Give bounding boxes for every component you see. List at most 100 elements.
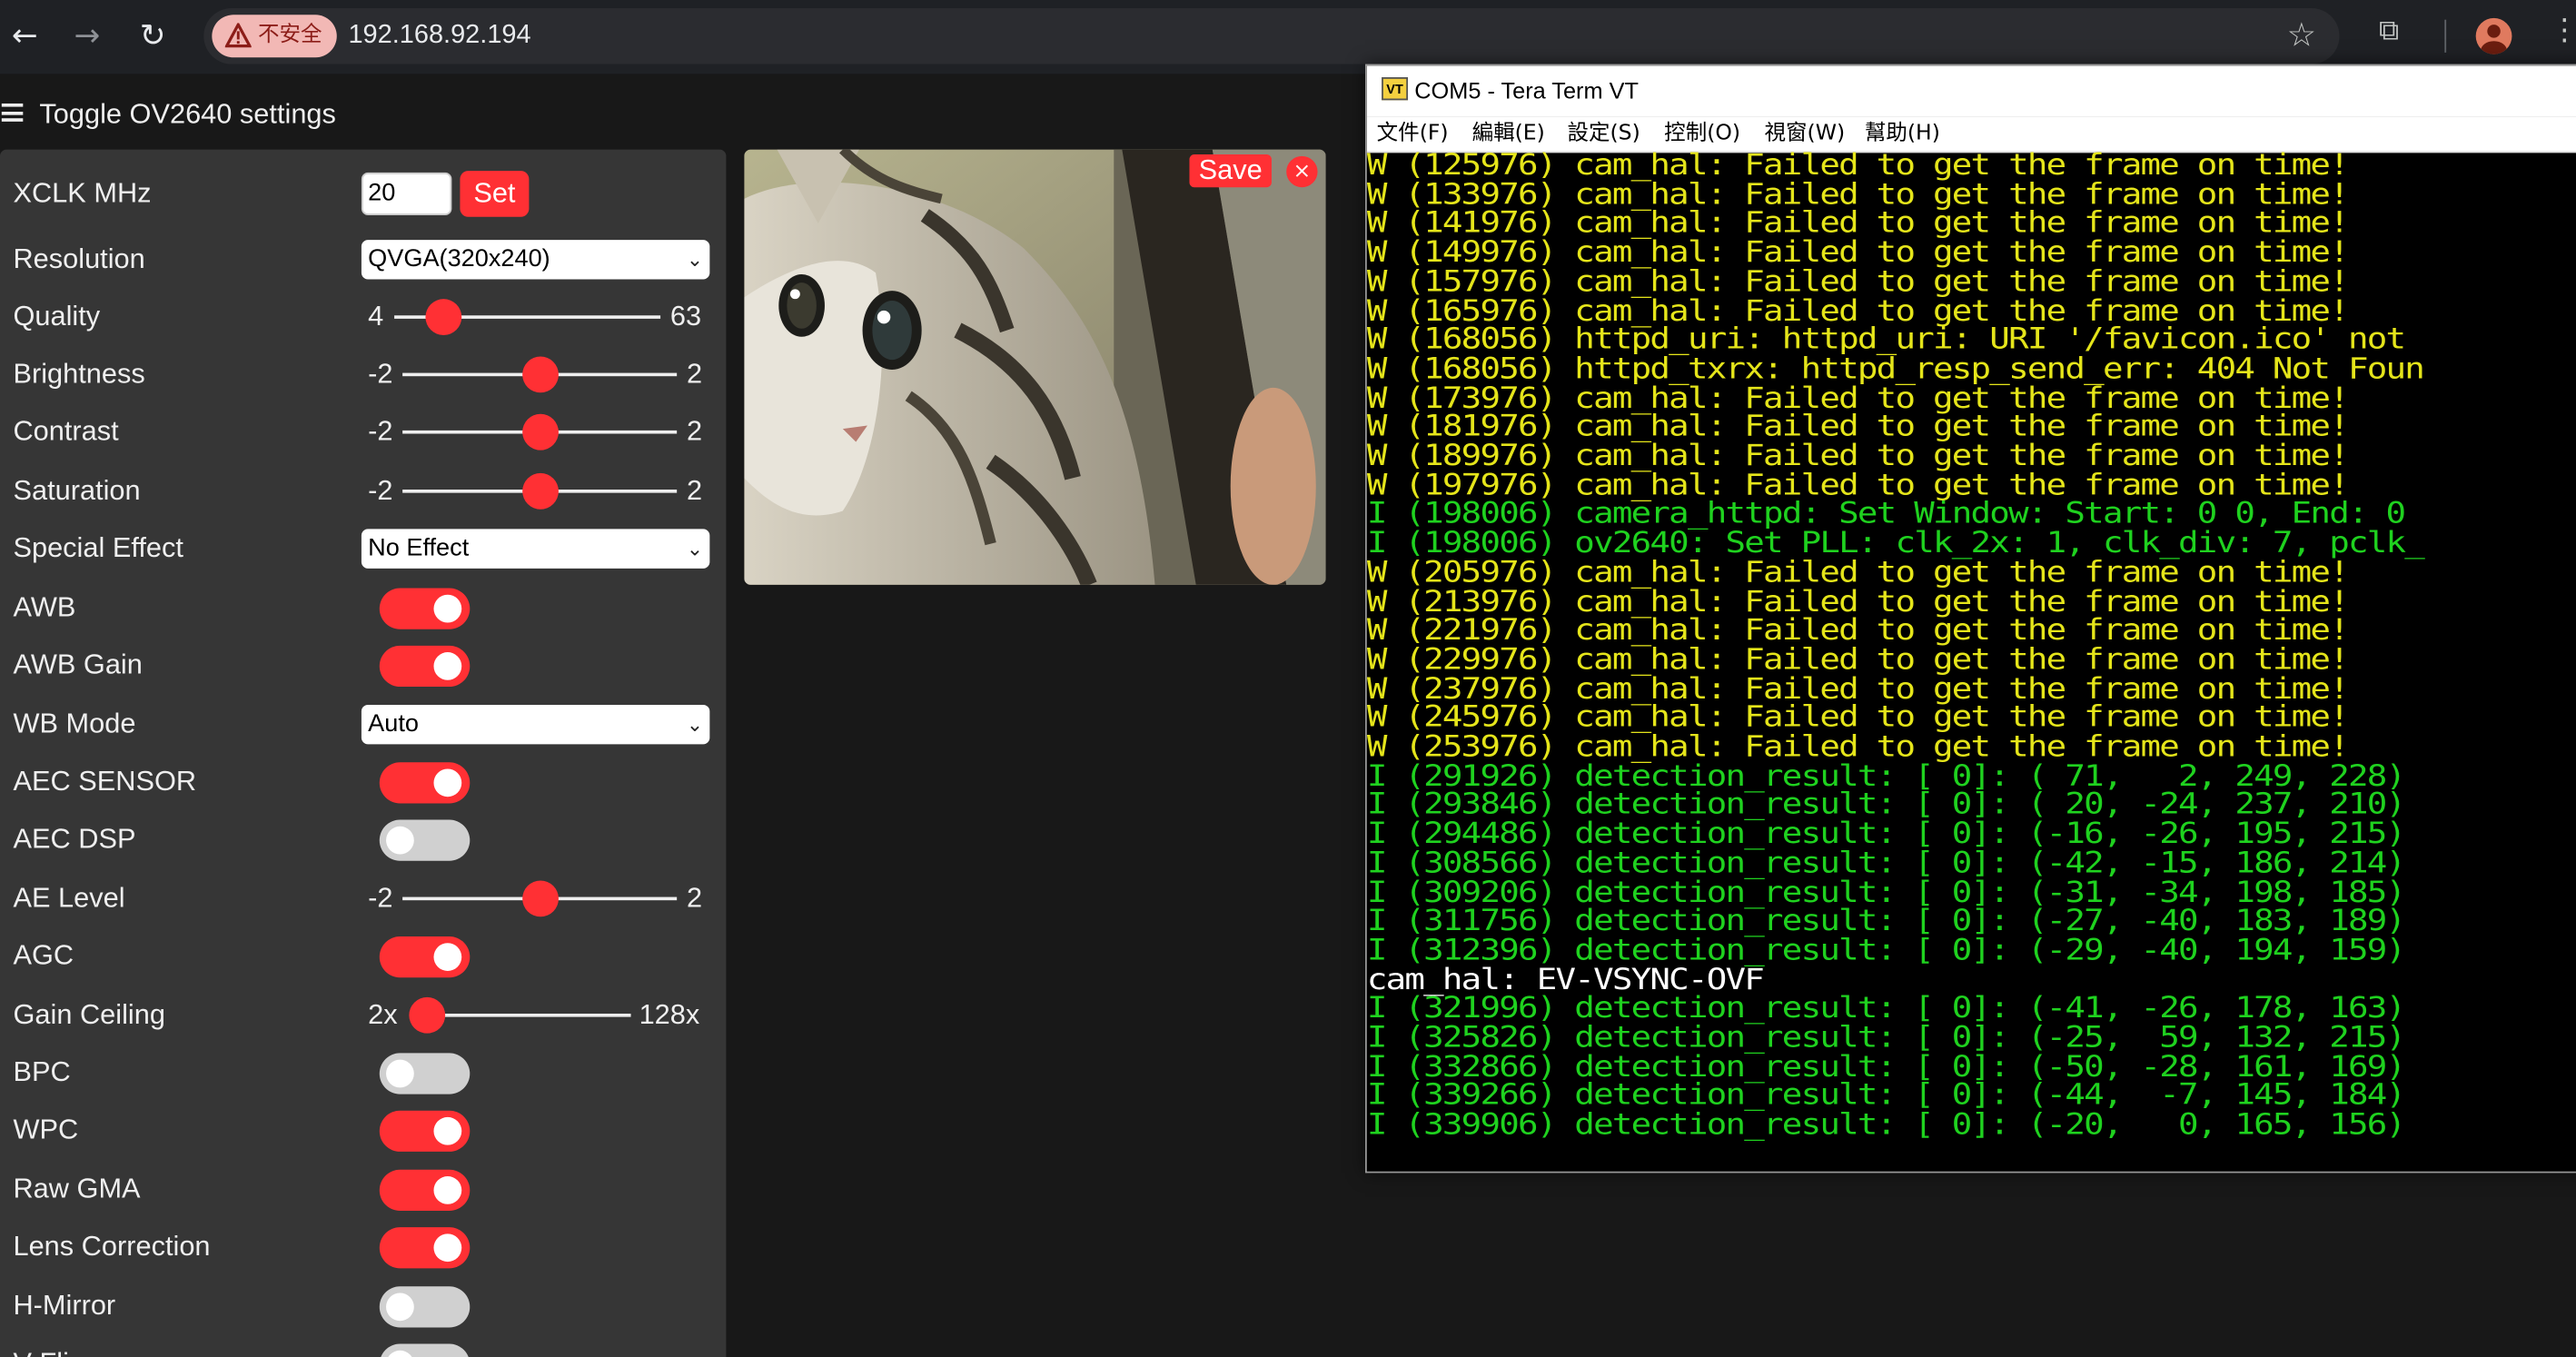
- special-effect-label: Special Effect: [13, 532, 183, 564]
- terminal-line: I (339266) detection_result: [ 0]: (-44,…: [1366, 1077, 2406, 1113]
- wpc-toggle[interactable]: [379, 1110, 471, 1152]
- security-warning-chip[interactable]: 不安全: [212, 15, 337, 58]
- reload-icon[interactable]: ↻: [134, 16, 173, 55]
- url-text[interactable]: 192.168.92.194: [348, 8, 530, 64]
- brightness-row: Brightness -2 2: [13, 350, 719, 399]
- saturation-row: Saturation -2 2: [13, 467, 719, 516]
- raw-gma-label: Raw GMA: [13, 1173, 141, 1204]
- resolution-row: Resolution QVGA(320x240) ⌄: [13, 235, 719, 284]
- awb-toggle[interactable]: [379, 588, 471, 629]
- teraterm-app-icon: VT: [1382, 77, 1409, 101]
- agc-toggle[interactable]: [379, 936, 471, 978]
- quality-min: 4: [368, 300, 384, 332]
- hamburger-menu-icon[interactable]: [1, 103, 24, 122]
- terminal-line: W (181976) cam_hal: Failed to get the fr…: [1366, 409, 2350, 443]
- save-button[interactable]: Save: [1189, 154, 1272, 188]
- v-flip-label: V-Flip: [13, 1339, 84, 1357]
- saturation-min: -2: [368, 474, 393, 507]
- contrast-min: -2: [368, 415, 393, 447]
- toggle-knob: [386, 1350, 414, 1357]
- terminal-line: W (237976) cam_hal: Failed to get the fr…: [1366, 670, 2350, 705]
- special-effect-select[interactable]: No Effect ⌄: [361, 529, 710, 569]
- contrast-label: Contrast: [13, 415, 119, 447]
- quality-slider-thumb[interactable]: [425, 299, 462, 335]
- toggle-knob: [433, 1176, 462, 1204]
- security-label: 不安全: [257, 23, 322, 48]
- xclk-input[interactable]: 20: [361, 172, 452, 215]
- terminal-line: I (291926) detection_result: [ 0]: ( 71,…: [1366, 758, 2406, 793]
- brightness-slider-thumb[interactable]: [522, 356, 559, 393]
- ae-level-slider-thumb[interactable]: [522, 880, 559, 917]
- terminal-line: W (157976) cam_hal: Failed to get the fr…: [1366, 263, 2350, 298]
- contrast-max: 2: [687, 415, 703, 447]
- teraterm-title: COM5 - Tera Term VT: [1414, 77, 1639, 104]
- terminal-line: I (312396) detection_result: [ 0]: (-29,…: [1366, 932, 2406, 967]
- agc-row: AGC: [13, 932, 719, 981]
- terminal-line: cam_hal: EV-VSYNC-OVF: [1366, 961, 1765, 996]
- ae-level-min: -2: [368, 882, 393, 914]
- terminal-line: W (149976) cam_hal: Failed to get the fr…: [1366, 234, 2350, 269]
- wb-mode-row: WB Mode Auto ⌄: [13, 700, 719, 749]
- wb-mode-value: Auto: [368, 709, 419, 738]
- h-mirror-row: H-Mirror: [13, 1282, 719, 1331]
- wb-mode-select[interactable]: Auto ⌄: [361, 704, 710, 745]
- terminal-line: W (168056) httpd_uri: httpd_uri: URI '/f…: [1366, 322, 2406, 356]
- terminal-line: I (198006) ov2640: Set PLL: clk_2x: 1, c…: [1366, 525, 2425, 560]
- contrast-slider-thumb[interactable]: [522, 413, 559, 451]
- toggle-knob: [386, 1059, 414, 1088]
- terminal-line: I (325826) detection_result: [ 0]: (-25,…: [1366, 1019, 2406, 1055]
- terminal-line: I (339906) detection_result: [ 0]: (-20,…: [1366, 1106, 2406, 1142]
- bpc-toggle[interactable]: [379, 1053, 471, 1095]
- terminal-line: I (332866) detection_result: [ 0]: (-50,…: [1366, 1048, 2406, 1084]
- awb-gain-toggle[interactable]: [379, 645, 471, 688]
- raw-gma-toggle[interactable]: [379, 1169, 471, 1212]
- warning-triangle-icon: [224, 23, 252, 48]
- terminal-line: W (229976) cam_hal: Failed to get the fr…: [1366, 641, 2350, 676]
- resolution-select[interactable]: QVGA(320x240) ⌄: [361, 240, 710, 280]
- terminal-output[interactable]: W (125976) cam_hal: Failed to get the fr…: [1366, 150, 2576, 1172]
- terminal-line: W (205976) cam_hal: Failed to get the fr…: [1366, 554, 2350, 589]
- gain-ceiling-max: 128x: [639, 998, 700, 1031]
- profile-avatar-icon[interactable]: [2475, 17, 2512, 54]
- h-mirror-toggle[interactable]: [379, 1286, 471, 1328]
- aec-dsp-label: AEC DSP: [13, 823, 136, 855]
- awb-row: AWB: [13, 583, 719, 632]
- lens-correction-toggle[interactable]: [379, 1227, 471, 1269]
- ae-level-max: 2: [687, 882, 703, 914]
- chevron-down-icon: ⌄: [686, 712, 704, 737]
- chevron-down-icon: ⌄: [686, 248, 704, 272]
- gain-ceiling-slider-thumb[interactable]: [409, 996, 446, 1034]
- terminal-line: W (173976) cam_hal: Failed to get the fr…: [1366, 380, 2350, 414]
- aec-dsp-toggle[interactable]: [379, 819, 471, 861]
- settings-toggle-label[interactable]: Toggle OV2640 settings: [39, 95, 335, 134]
- forward-arrow-icon[interactable]: →: [67, 16, 106, 55]
- terminal-line: I (308566) detection_result: [ 0]: (-42,…: [1366, 845, 2406, 880]
- aec-sensor-label: AEC SENSOR: [13, 765, 197, 797]
- toggle-knob: [433, 594, 462, 623]
- toggle-knob: [386, 826, 414, 855]
- awb-gain-label: AWB Gain: [13, 649, 143, 680]
- extensions-icon[interactable]: ⧉: [2379, 15, 2415, 51]
- xclk-set-button[interactable]: Set: [460, 171, 530, 217]
- terminal-line: I (311756) detection_result: [ 0]: (-27,…: [1366, 903, 2406, 938]
- terminal-line: I (294486) detection_result: [ 0]: (-16,…: [1366, 816, 2406, 851]
- bookmark-star-icon[interactable]: ☆: [2287, 15, 2316, 54]
- aec-sensor-toggle[interactable]: [379, 762, 471, 804]
- terminal-line: W (245976) cam_hal: Failed to get the fr…: [1366, 699, 2350, 735]
- terminal-line: W (168056) httpd_txrx: httpd_resp_send_e…: [1366, 351, 2425, 385]
- v-flip-row: V-Flip: [13, 1339, 719, 1357]
- v-flip-toggle[interactable]: [379, 1343, 471, 1357]
- teraterm-titlebar[interactable]: VT COM5 - Tera Term VT: [1366, 65, 2576, 117]
- back-arrow-icon[interactable]: ←: [5, 16, 44, 55]
- more-menu-icon[interactable]: ⋮: [2550, 13, 2576, 47]
- contrast-row: Contrast -2 2: [13, 408, 719, 457]
- terminal-line: W (213976) cam_hal: Failed to get the fr…: [1366, 583, 2350, 618]
- saturation-slider-thumb[interactable]: [522, 472, 559, 510]
- toggle-knob: [433, 652, 462, 680]
- ae-level-row: AE Level -2 2: [13, 874, 719, 923]
- close-stream-icon[interactable]: ×: [1286, 155, 1318, 188]
- bpc-row: BPC: [13, 1048, 719, 1097]
- terminal-line: W (133976) cam_hal: Failed to get the fr…: [1366, 176, 2350, 211]
- terminal-line: W (189976) cam_hal: Failed to get the fr…: [1366, 438, 2350, 472]
- address-bar[interactable]: 不安全 192.168.92.194: [203, 8, 2340, 64]
